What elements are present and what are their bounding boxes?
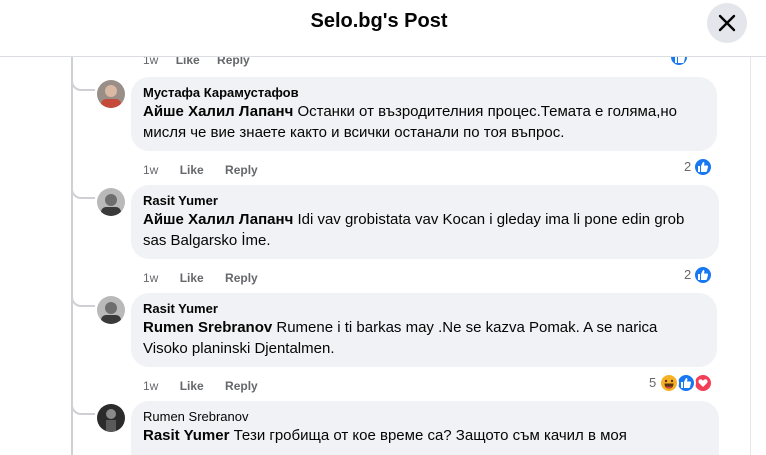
timestamp[interactable]: 1w xyxy=(143,57,158,67)
reply-connector xyxy=(71,401,95,415)
comment-text: Тези гробища от кое време са? Защото съм… xyxy=(229,427,627,444)
reaction-summary[interactable]: 2 xyxy=(684,157,714,177)
dialog-edge xyxy=(750,57,751,455)
haha-icon xyxy=(659,373,679,393)
comment-actions: 1w Like Reply xyxy=(143,378,276,394)
comment-author[interactable]: Rumen Srebranov xyxy=(143,409,707,425)
avatar[interactable] xyxy=(97,404,125,432)
reaction-count: 2 xyxy=(684,267,692,282)
reaction-summary[interactable]: 2 xyxy=(684,265,714,285)
comment-author[interactable]: Rasit Yumer xyxy=(143,301,705,317)
avatar[interactable] xyxy=(97,296,125,324)
dialog-title: Selo.bg's Post xyxy=(310,10,448,32)
like-button[interactable]: Like xyxy=(180,271,204,285)
mention-link[interactable]: Айше Халил Лапанч xyxy=(143,103,293,120)
reply-connector xyxy=(71,293,95,307)
like-icon xyxy=(693,265,713,285)
reaction-summary[interactable]: 5 xyxy=(649,373,717,393)
mention-link[interactable]: Rumen Srebranov xyxy=(143,319,272,336)
like-button[interactable]: Like xyxy=(180,163,204,177)
previous-comment-actions: 1w Like Reply xyxy=(143,57,264,69)
reply-button[interactable]: Reply xyxy=(225,163,258,177)
like-button[interactable]: Like xyxy=(176,57,200,67)
timestamp[interactable]: 1w xyxy=(143,379,158,393)
mention-link[interactable]: Айше Халил Лапанч xyxy=(143,211,293,228)
love-icon xyxy=(693,373,713,393)
reaction-count: 5 xyxy=(649,375,657,390)
close-button[interactable] xyxy=(707,3,747,43)
avatar[interactable] xyxy=(97,80,125,108)
reply-connector xyxy=(71,185,95,199)
like-icon xyxy=(693,157,713,177)
comment-author[interactable]: Мустафа Карамустафов xyxy=(143,85,705,101)
mention-link[interactable]: Rasit Yumer xyxy=(143,427,229,444)
post-dialog-header: Selo.bg's Post xyxy=(0,0,766,57)
comment-author[interactable]: Rasit Yumer xyxy=(143,193,707,209)
like-reaction-icon[interactable] xyxy=(669,57,689,67)
comment-bubble: Мустафа Карамустафов Айше Халил Лапанч О… xyxy=(131,77,717,151)
comment-actions: 1w Like Reply xyxy=(143,162,276,178)
timestamp[interactable]: 1w xyxy=(143,163,158,177)
reply-button[interactable]: Reply xyxy=(225,271,258,285)
reply-button[interactable]: Reply xyxy=(217,57,250,67)
comments-scroll-area[interactable]: 1w Like Reply Мустафа Карамустафов Айше … xyxy=(0,57,766,455)
comment-bubble: Rasit Yumer Айше Халил Лапанч Idi vav gr… xyxy=(131,185,719,259)
like-button[interactable]: Like xyxy=(180,379,204,393)
like-icon xyxy=(676,373,696,393)
reply-connector xyxy=(71,77,95,91)
timestamp[interactable]: 1w xyxy=(143,271,158,285)
thread-line xyxy=(71,57,73,455)
avatar[interactable] xyxy=(97,188,125,216)
close-icon xyxy=(718,14,736,32)
comment-bubble: Rumen Srebranov Rasit Yumer Тези гробища… xyxy=(131,401,719,455)
comment-bubble: Rasit Yumer Rumen Srebranov Rumene i ti … xyxy=(131,293,717,367)
reply-button[interactable]: Reply xyxy=(225,379,258,393)
comment-actions: 1w Like Reply xyxy=(143,270,276,286)
thumbs-up-icon xyxy=(675,57,686,63)
reaction-count: 2 xyxy=(684,159,692,174)
